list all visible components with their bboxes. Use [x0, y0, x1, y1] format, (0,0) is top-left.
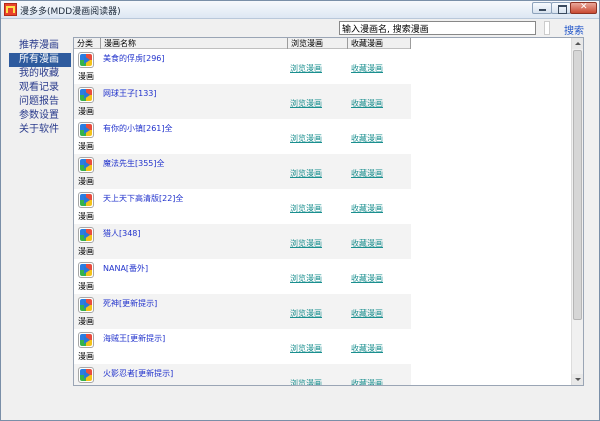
browse-link[interactable]: 浏览漫画: [290, 273, 322, 284]
column-header-category[interactable]: 分类: [74, 38, 101, 49]
manga-title[interactable]: 海贼王[更新提示]: [103, 333, 165, 344]
category-label: 漫画: [78, 247, 94, 256]
search-input[interactable]: [339, 21, 536, 35]
sidebar-item-report[interactable]: 问题报告: [9, 95, 71, 109]
category-label: 漫画: [78, 107, 94, 116]
category-label: 漫画: [78, 177, 94, 186]
manga-cover-icon[interactable]: [78, 262, 94, 278]
manga-cover-icon[interactable]: [78, 297, 94, 313]
browse-link[interactable]: 浏览漫画: [290, 343, 322, 354]
sidebar-item-recommended[interactable]: 推荐漫画: [9, 39, 71, 53]
favorite-link[interactable]: 收藏漫画: [351, 273, 383, 284]
table-row: 漫画 天上天下高清版[22]全 浏览漫画 收藏漫画: [74, 189, 411, 224]
table-row: 漫画 死神[更新提示] 浏览漫画 收藏漫画: [74, 294, 411, 329]
browse-link[interactable]: 浏览漫画: [290, 203, 322, 214]
favorite-link[interactable]: 收藏漫画: [351, 98, 383, 109]
vertical-scrollbar[interactable]: [571, 38, 583, 385]
manga-cover-icon[interactable]: [78, 227, 94, 243]
maximize-button[interactable]: [551, 2, 571, 14]
favorite-link[interactable]: 收藏漫画: [351, 238, 383, 249]
manga-list-panel: 分类 漫画名称 浏览漫画 收藏漫画 漫画 美食的俘虏[296] 浏览漫画 收藏漫…: [73, 37, 584, 386]
manga-title[interactable]: 网球王子[133]: [103, 88, 157, 99]
scroll-down-arrow-icon[interactable]: [572, 374, 583, 385]
sidebar-item-history[interactable]: 观看记录: [9, 81, 71, 95]
manga-cover-icon[interactable]: [78, 122, 94, 138]
category-label: 漫画: [78, 142, 94, 151]
sidebar-item-all-manga[interactable]: 所有漫画: [9, 53, 71, 67]
scroll-thumb[interactable]: [573, 50, 582, 320]
favorite-link[interactable]: 收藏漫画: [351, 63, 383, 74]
column-header-browse[interactable]: 浏览漫画: [288, 38, 348, 49]
browse-link[interactable]: 浏览漫画: [290, 98, 322, 109]
manga-title[interactable]: 美食的俘虏[296]: [103, 53, 165, 64]
manga-title[interactable]: NANA[番外]: [103, 263, 148, 274]
minimize-button[interactable]: [532, 2, 552, 14]
table-row: 漫画 猎人[348] 浏览漫画 收藏漫画: [74, 224, 411, 259]
table-row: 漫画 网球王子[133] 浏览漫画 收藏漫画: [74, 84, 411, 119]
search-dropdown[interactable]: [544, 21, 550, 35]
window-title: 漫多多(MDD漫画阅读器): [20, 7, 121, 17]
column-header-favorite[interactable]: 收藏漫画: [348, 38, 411, 49]
table-row: 漫画 NANA[番外] 浏览漫画 收藏漫画: [74, 259, 411, 294]
manga-title[interactable]: 火影忍者[更新提示]: [103, 368, 173, 379]
manga-cover-icon[interactable]: [78, 332, 94, 348]
sidebar-nav: 推荐漫画 所有漫画 我的收藏 观看记录 问题报告 参数设置 关于软件: [9, 39, 71, 137]
table-row: 漫画 火影忍者[更新提示] 浏览漫画 收藏漫画: [74, 364, 411, 385]
sidebar-item-settings[interactable]: 参数设置: [9, 109, 71, 123]
close-button[interactable]: [570, 2, 597, 14]
favorite-link[interactable]: 收藏漫画: [351, 203, 383, 214]
manga-title[interactable]: 天上天下高清版[22]全: [103, 193, 183, 204]
browse-link[interactable]: 浏览漫画: [290, 133, 322, 144]
category-label: 漫画: [78, 212, 94, 221]
sidebar-item-about[interactable]: 关于软件: [9, 123, 71, 137]
column-header-name[interactable]: 漫画名称: [101, 38, 288, 49]
manga-title[interactable]: 有你的小镇[261]全: [103, 123, 173, 134]
table-row: 漫画 海贼王[更新提示] 浏览漫画 收藏漫画: [74, 329, 411, 364]
manga-cover-icon[interactable]: [78, 87, 94, 103]
manga-cover-icon[interactable]: [78, 192, 94, 208]
manga-title[interactable]: 死神[更新提示]: [103, 298, 157, 309]
category-label: 漫画: [78, 352, 94, 361]
sidebar-item-favorites[interactable]: 我的收藏: [9, 67, 71, 81]
scroll-up-arrow-icon[interactable]: [572, 38, 583, 49]
manga-cover-icon[interactable]: [78, 367, 94, 383]
table-row: 漫画 美食的俘虏[296] 浏览漫画 收藏漫画: [74, 49, 411, 84]
search-button[interactable]: 搜索: [564, 22, 584, 37]
browse-link[interactable]: 浏览漫画: [290, 238, 322, 249]
manga-cover-icon[interactable]: [78, 52, 94, 68]
table-header: 分类 漫画名称 浏览漫画 收藏漫画: [74, 38, 411, 49]
browse-link[interactable]: 浏览漫画: [290, 63, 322, 74]
favorite-link[interactable]: 收藏漫画: [351, 133, 383, 144]
title-bar[interactable]: 漫多多(MDD漫画阅读器): [1, 1, 599, 19]
manga-rows: 漫画 美食的俘虏[296] 浏览漫画 收藏漫画 漫画 网球王子[133] 浏览漫…: [74, 49, 411, 385]
category-label: 漫画: [78, 282, 94, 291]
manga-title[interactable]: 魔法先生[355]全: [103, 158, 165, 169]
app-window: 漫多多(MDD漫画阅读器) 搜索 推荐漫画 所有漫画 我的收藏 观看记录 问题报…: [0, 0, 600, 421]
browse-link[interactable]: 浏览漫画: [290, 378, 322, 385]
table-row: 漫画 魔法先生[355]全 浏览漫画 收藏漫画: [74, 154, 411, 189]
app-logo-icon: [4, 3, 17, 16]
manga-cover-icon[interactable]: [78, 157, 94, 173]
favorite-link[interactable]: 收藏漫画: [351, 343, 383, 354]
favorite-link[interactable]: 收藏漫画: [351, 378, 383, 385]
browse-link[interactable]: 浏览漫画: [290, 168, 322, 179]
category-label: 漫画: [78, 317, 94, 326]
favorite-link[interactable]: 收藏漫画: [351, 168, 383, 179]
table-row: 漫画 有你的小镇[261]全 浏览漫画 收藏漫画: [74, 119, 411, 154]
category-label: 漫画: [78, 72, 94, 81]
browse-link[interactable]: 浏览漫画: [290, 308, 322, 319]
favorite-link[interactable]: 收藏漫画: [351, 308, 383, 319]
manga-title[interactable]: 猎人[348]: [103, 228, 141, 239]
